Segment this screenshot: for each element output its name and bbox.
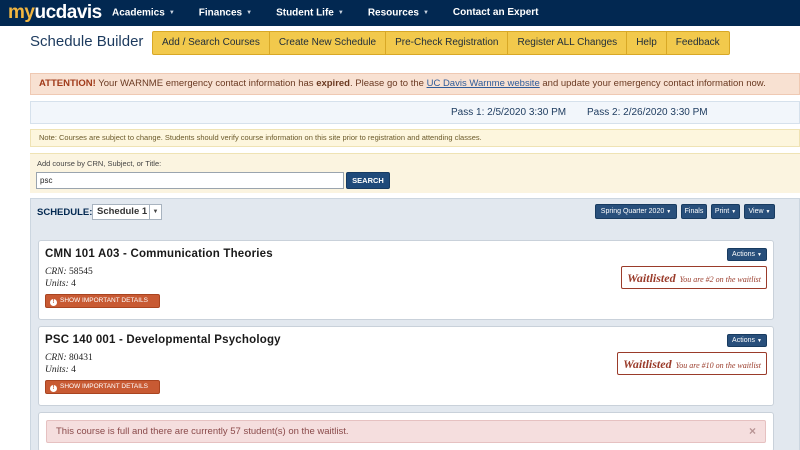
caret-down-icon: ▼ [422, 9, 429, 16]
chevron-down-icon: ▼ [149, 205, 161, 219]
schedule-builder-tabs: Add / Search Courses Create New Schedule… [152, 31, 730, 55]
tab-create-new-schedule[interactable]: Create New Schedule [270, 32, 387, 54]
print-button[interactable]: Print ▼ [711, 204, 740, 219]
pass-2-time: Pass 2: 2/26/2020 3:30 PM [587, 107, 708, 118]
course-title: PSC 140 001 - Developmental Psychology [45, 334, 281, 346]
quarter-select-button[interactable]: Spring Quarter 2020 ▼ [595, 204, 677, 219]
caret-down-icon: ▼ [731, 209, 737, 215]
course-units: Units: 4 [45, 365, 76, 375]
course-crn: CRN: 58545 [45, 267, 93, 277]
waitlist-status-badge: Waitlisted You are #10 on the waitlist [617, 352, 767, 375]
course-card: PSC 140 001 - Developmental Psychology C… [38, 326, 774, 406]
tab-register-all-changes[interactable]: Register ALL Changes [508, 32, 628, 54]
tab-help[interactable]: Help [627, 32, 667, 54]
nav-academics[interactable]: Academics ▼ [100, 0, 187, 26]
caret-down-icon: ▼ [168, 9, 175, 16]
caret-down-icon: ▼ [246, 9, 253, 16]
nav-contact-expert[interactable]: Contact an Expert [441, 0, 551, 26]
info-icon: ! [50, 385, 57, 392]
tab-pre-check-registration[interactable]: Pre-Check Registration [386, 32, 509, 54]
course-title: CMN 101 A03 - Communication Theories [45, 248, 273, 260]
course-card: CMN 101 A03 - Communication Theories CRN… [38, 240, 774, 320]
search-button[interactable]: SEARCH [346, 172, 390, 189]
course-search-input[interactable] [36, 172, 344, 189]
tab-add-search-courses[interactable]: Add / Search Courses [153, 32, 270, 54]
course-units: Units: 4 [45, 279, 76, 289]
actions-button[interactable]: Actions ▼ [727, 248, 767, 261]
warnme-website-link[interactable]: UC Davis Warnme website [427, 78, 540, 89]
info-icon: ! [50, 299, 57, 306]
course-card: This course is full and there are curren… [38, 412, 774, 450]
top-navigation: myucdavis Academics ▼ Finances ▼ Student L… [0, 0, 800, 26]
page-title: Schedule Builder [30, 33, 144, 50]
view-button[interactable]: View ▼ [744, 204, 775, 219]
nav-resources[interactable]: Resources ▼ [356, 0, 441, 26]
waitlist-status-badge: Waitlisted You are #2 on the waitlist [621, 266, 767, 289]
schedule-panel: SCHEDULE: Schedule 1 ▼ Spring Quarter 202… [30, 198, 800, 450]
caret-down-icon: ▼ [765, 209, 771, 215]
caret-down-icon: ▼ [757, 252, 762, 258]
tab-feedback[interactable]: Feedback [667, 32, 729, 54]
registration-pass-bar: Pass 1: 2/5/2020 3:30 PM Pass 2: 2/26/20… [30, 101, 800, 124]
nav-student-life[interactable]: Student Life ▼ [264, 0, 356, 26]
show-important-details-button[interactable]: ! SHOW IMPORTANT DETAILS [45, 380, 160, 394]
schedule-select[interactable]: Schedule 1 ▼ [92, 204, 162, 220]
add-course-label: Add course by CRN, Subject, or Title: [37, 159, 162, 168]
caret-down-icon: ▼ [666, 209, 672, 215]
schedule-label: SCHEDULE: [37, 207, 93, 218]
finals-button[interactable]: Finals [681, 204, 707, 219]
actions-button[interactable]: Actions ▼ [727, 334, 767, 347]
caret-down-icon: ▼ [757, 338, 762, 344]
myucdavis-logo[interactable]: myucdavis [8, 0, 102, 26]
course-full-alert: This course is full and there are curren… [46, 420, 766, 443]
course-crn: CRN: 80431 [45, 353, 93, 363]
course-change-note: Note: Courses are subject to change. Stu… [30, 129, 800, 147]
caret-down-icon: ▼ [337, 9, 344, 16]
add-course-panel: Add course by CRN, Subject, or Title: SE… [30, 153, 800, 193]
warnme-attention-banner: ATTENTION! Your WARNME emergency contact… [30, 73, 800, 95]
pass-1-time: Pass 1: 2/5/2020 3:30 PM [451, 107, 567, 118]
nav-finances[interactable]: Finances ▼ [187, 0, 264, 26]
close-icon[interactable]: × [749, 421, 756, 442]
show-important-details-button[interactable]: ! SHOW IMPORTANT DETAILS [45, 294, 160, 308]
